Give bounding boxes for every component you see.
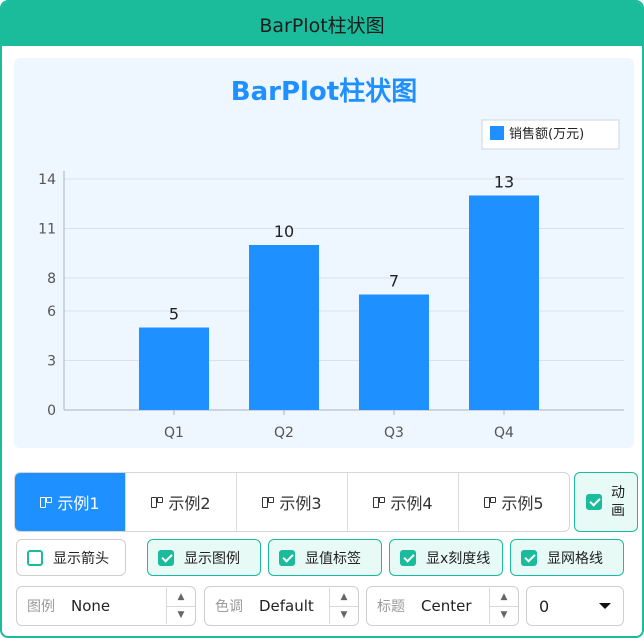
data-label: 5 — [169, 305, 179, 324]
grid-icon — [151, 497, 164, 508]
grid-icon — [40, 497, 53, 508]
x-tick-label: Q3 — [384, 425, 404, 441]
caret-up-icon[interactable]: ▲ — [490, 588, 518, 606]
checkbox-checked-icon — [158, 549, 174, 566]
y-tick-label: 3 — [47, 354, 56, 370]
y-tick-label: 8 — [47, 271, 56, 287]
spinner-buttons: ▲ ▼ — [166, 588, 195, 624]
checkbox-label: 显示图例 — [184, 550, 240, 567]
bar-chart: BarPlot柱状图 0 3 6 8 11 14 5 Q1 10 Q2 7 Q3 13 Q4 销售额(万元) — [38, 77, 624, 441]
checkbox-checked-icon — [400, 549, 416, 566]
spinner-buttons: ▲ ▼ — [329, 588, 358, 624]
show-value-labels-checkbox[interactable]: 显值标签 — [268, 539, 382, 576]
tab-label: 示例2 — [168, 494, 211, 513]
legend-label: 销售额(万元) — [509, 126, 584, 142]
caret-down-icon[interactable]: ▼ — [330, 605, 358, 625]
tab-example-5[interactable]: 示例5 — [458, 473, 569, 531]
show-arrow-checkbox[interactable]: 显示箭头 — [16, 539, 126, 576]
tab-example-1[interactable]: 示例1 — [15, 473, 125, 531]
spinner-value: None — [71, 597, 111, 615]
tab-example-3[interactable]: 示例3 — [236, 473, 347, 531]
animation-checkbox[interactable]: 动画 — [574, 472, 638, 532]
legend-swatch — [490, 126, 504, 140]
app-window: BarPlot柱状图 BarPlot柱状图 0 3 6 8 11 14 5 Q1 10 Q2 7 Q3 1… — [0, 0, 644, 638]
grid-icon — [262, 497, 275, 508]
x-tick-label: Q1 — [164, 425, 184, 441]
spinner-value: Default — [259, 597, 314, 615]
data-label: 13 — [494, 173, 514, 192]
y-tick-label: 11 — [38, 222, 56, 238]
caret-down-icon — [599, 603, 611, 609]
checkbox-label: 显x刻度线 — [426, 550, 491, 567]
title-spinner[interactable]: 标题 Center ▲ ▼ — [366, 586, 519, 626]
chart-panel: BarPlot柱状图 0 3 6 8 11 14 5 Q1 10 Q2 7 Q3 13 Q4 销售额(万元) — [14, 58, 634, 448]
legend-spinner[interactable]: 图例 None ▲ ▼ — [16, 586, 196, 626]
checkbox-unchecked-icon — [27, 549, 43, 566]
data-label: 7 — [389, 272, 399, 291]
show-x-ticks-checkbox[interactable]: 显x刻度线 — [389, 539, 503, 576]
example-tab-bar: 示例1 示例2 示例3 示例4 示例5 — [14, 472, 570, 532]
y-tick-label: 6 — [47, 304, 56, 320]
x-tick-label: Q4 — [494, 425, 514, 441]
checkbox-label: 显网格线 — [547, 550, 603, 567]
tab-label: 示例3 — [279, 494, 322, 513]
tab-label: 示例4 — [390, 494, 433, 513]
bar-q4 — [469, 195, 539, 410]
checkbox-label: 显值标签 — [305, 550, 361, 567]
y-tick-label: 0 — [47, 403, 56, 419]
tab-example-4[interactable]: 示例4 — [347, 473, 458, 531]
checkbox-checked-icon — [586, 494, 602, 510]
checkbox-checked-icon — [279, 549, 295, 566]
color-spinner[interactable]: 色调 Default ▲ ▼ — [204, 586, 359, 626]
checkbox-label: 显示箭头 — [53, 550, 109, 567]
grid-icon — [484, 497, 497, 508]
spinner-value: Center — [421, 597, 472, 615]
caret-down-icon[interactable]: ▼ — [490, 605, 518, 625]
animation-label: 动画 — [611, 485, 625, 519]
window-title: BarPlot柱状图 — [2, 2, 642, 46]
grid-icon — [373, 497, 386, 508]
show-legend-checkbox[interactable]: 显示图例 — [147, 539, 261, 576]
bar-q2 — [249, 245, 319, 410]
show-grid-checkbox[interactable]: 显网格线 — [510, 539, 624, 576]
combobox-value: 0 — [539, 596, 550, 616]
chart-title: BarPlot柱状图 — [231, 77, 417, 107]
bar-q3 — [359, 294, 429, 410]
tab-label: 示例5 — [501, 494, 544, 513]
spinner-buttons: ▲ ▼ — [489, 588, 518, 624]
checkbox-checked-icon — [521, 549, 537, 566]
bar-q1 — [139, 327, 209, 410]
spinner-label: 标题 — [377, 599, 405, 615]
y-tick-label: 14 — [38, 172, 56, 188]
tab-example-2[interactable]: 示例2 — [125, 473, 236, 531]
tab-label: 示例1 — [57, 494, 100, 513]
data-label: 10 — [274, 222, 294, 241]
caret-down-icon[interactable]: ▼ — [167, 605, 195, 625]
x-tick-label: Q2 — [274, 425, 294, 441]
spinner-label: 色调 — [215, 599, 243, 615]
caret-up-icon[interactable]: ▲ — [330, 588, 358, 606]
caret-up-icon[interactable]: ▲ — [167, 588, 195, 606]
spinner-label: 图例 — [27, 599, 55, 615]
value-combobox[interactable]: 0 — [526, 586, 624, 626]
